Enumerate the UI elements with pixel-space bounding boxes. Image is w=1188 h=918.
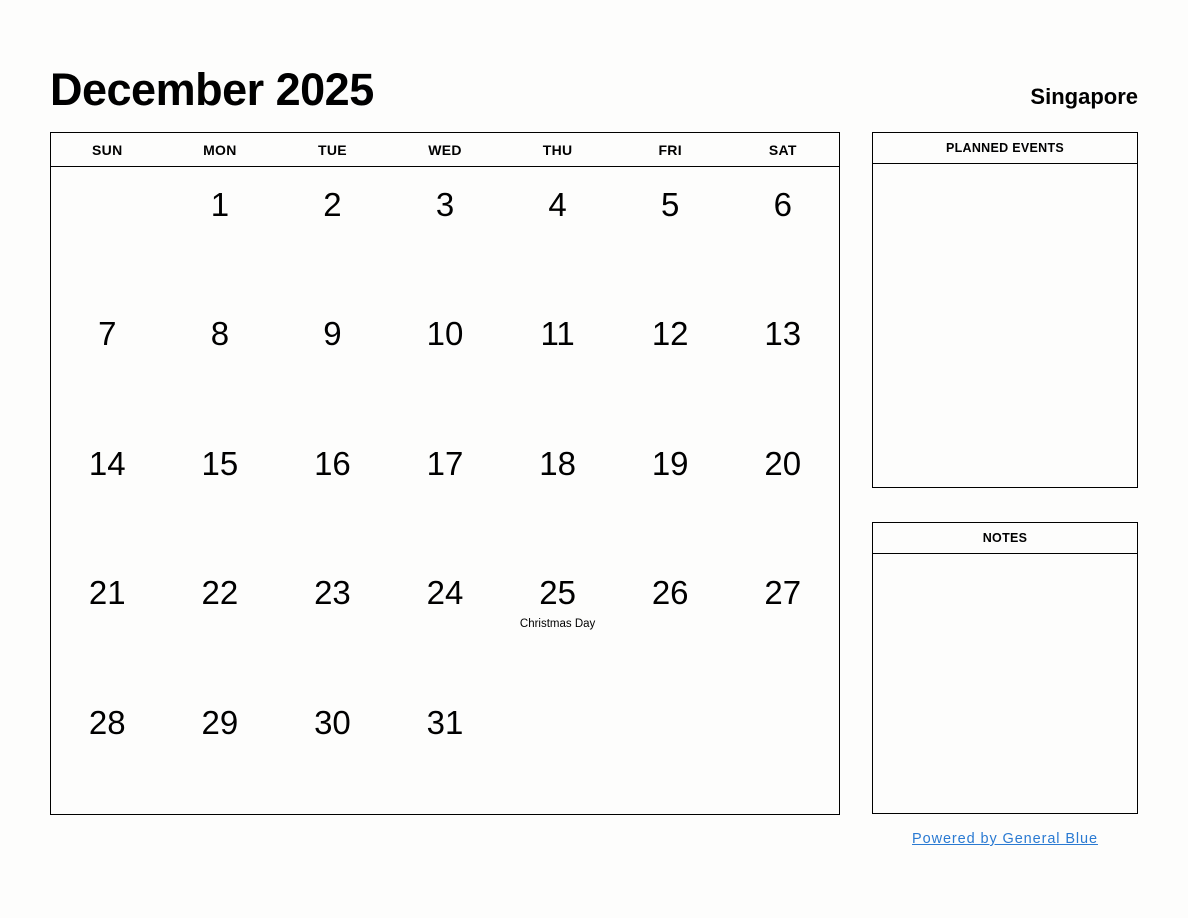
day-cell-14[interactable]: 14 (51, 426, 164, 555)
day-number: 3 (435, 186, 455, 223)
weekday-header-mon: MON (203, 141, 237, 158)
day-cell-7[interactable]: 7 (51, 296, 164, 425)
planned-events-panel: PLANNED EVENTS (872, 132, 1138, 488)
day-cell-25[interactable]: 25 Christmas Day (501, 555, 614, 684)
page-header: December 2025 Singapore (50, 52, 1138, 112)
powered-by-link[interactable]: Powered by General Blue (912, 831, 1098, 847)
location-label: Singapore (1030, 84, 1138, 109)
weekday-header-sat: SAT (768, 141, 797, 158)
day-number: 31 (426, 703, 464, 741)
day-cell-19[interactable]: 19 (614, 426, 727, 555)
day-cell-4[interactable]: 4 (501, 167, 614, 296)
day-cell-empty (51, 167, 164, 296)
calendar-page: December 2025 Singapore SUN MON TUE WED THU F… (0, 0, 1188, 918)
weekday-header-row: SUN MON TUE WED THU FRI SAT (51, 133, 839, 167)
day-number: 18 (539, 444, 576, 482)
weekday-header-fri: FRI (658, 141, 682, 158)
day-number: 22 (201, 574, 239, 612)
page-footer: Powered by General Blue (872, 830, 1138, 848)
day-cell-27[interactable]: 27 (726, 555, 839, 684)
calendar-week-row: 14 15 16 17 18 19 20 (51, 426, 839, 555)
day-cell-18[interactable]: 18 (501, 426, 614, 555)
day-cell-empty (614, 685, 727, 814)
day-cell-16[interactable]: 16 (276, 426, 389, 555)
day-number: 17 (426, 444, 464, 482)
day-number: 25 (539, 574, 576, 612)
day-cell-1[interactable]: 1 (164, 167, 277, 296)
day-number: 5 (661, 186, 680, 223)
day-cell-21[interactable]: 21 (51, 555, 164, 684)
day-cell-2[interactable]: 2 (276, 167, 389, 296)
calendar-week-row: 1 2 3 4 5 6 (51, 167, 839, 296)
day-cell-26[interactable]: 26 (614, 555, 727, 684)
day-cell-22[interactable]: 22 (164, 555, 277, 684)
day-number: 28 (88, 703, 126, 741)
day-cell-6[interactable]: 6 (726, 167, 839, 296)
day-cell-11[interactable]: 11 (501, 296, 614, 425)
page-title: December 2025 (50, 64, 374, 115)
day-cell-17[interactable]: 17 (389, 426, 502, 555)
day-cell-empty (501, 685, 614, 814)
day-number: 10 (426, 315, 464, 353)
day-number: 20 (764, 444, 802, 482)
day-cell-3[interactable]: 3 (389, 167, 502, 296)
calendar-week-row: 28 29 30 31 (51, 685, 839, 814)
weekday-header-thu: THU (542, 141, 573, 158)
weekday-header-sun: SUN (92, 141, 123, 158)
day-number: 19 (651, 444, 689, 482)
day-cell-12[interactable]: 12 (614, 296, 727, 425)
day-cell-30[interactable]: 30 (276, 685, 389, 814)
day-number: 8 (210, 315, 230, 353)
day-cell-5[interactable]: 5 (614, 167, 727, 296)
notes-panel: NOTES (872, 522, 1138, 814)
day-number: 14 (88, 444, 126, 482)
day-cell-8[interactable]: 8 (164, 296, 277, 425)
day-number: 21 (88, 574, 126, 612)
day-cell-28[interactable]: 28 (51, 685, 164, 814)
planned-events-body[interactable] (873, 164, 1137, 487)
notes-title: NOTES (873, 523, 1137, 554)
calendar-week-row: 21 22 23 24 25 Christmas Day 26 27 (51, 555, 839, 684)
calendar-week-row: 7 8 9 10 11 12 13 (51, 296, 839, 425)
day-number: 24 (426, 574, 464, 612)
day-cell-empty (726, 685, 839, 814)
weekday-header-wed: WED (428, 141, 462, 158)
day-number: 1 (210, 186, 230, 223)
day-cell-31[interactable]: 31 (389, 685, 502, 814)
day-cell-29[interactable]: 29 (164, 685, 277, 814)
notes-body[interactable] (873, 554, 1137, 813)
day-cell-20[interactable]: 20 (726, 426, 839, 555)
day-number: 2 (323, 186, 342, 223)
day-number: 30 (314, 703, 351, 741)
calendar-weeks: 1 2 3 4 5 6 7 8 9 10 11 12 13 14 15 16 17 18 19 20 21 22 23 24 2… (51, 167, 839, 814)
day-number: 13 (764, 315, 802, 353)
day-number: 7 (98, 315, 117, 353)
day-number: 27 (764, 574, 802, 612)
day-number: 6 (773, 186, 792, 223)
day-number: 4 (548, 186, 567, 223)
day-cell-13[interactable]: 13 (726, 296, 839, 425)
day-cell-10[interactable]: 10 (389, 296, 502, 425)
day-number: 15 (201, 444, 239, 482)
day-event-label: Christmas Day (519, 618, 596, 631)
planned-events-title: PLANNED EVENTS (873, 133, 1137, 164)
day-cell-15[interactable]: 15 (164, 426, 277, 555)
day-cell-9[interactable]: 9 (276, 296, 389, 425)
weekday-header-tue: TUE (317, 141, 347, 158)
day-cell-23[interactable]: 23 (276, 555, 389, 684)
day-number: 11 (540, 315, 575, 353)
day-number: 23 (314, 574, 351, 612)
day-number: 29 (201, 703, 239, 741)
day-number: 26 (651, 574, 689, 612)
day-number: 12 (651, 315, 689, 353)
calendar-grid: SUN MON TUE WED THU FRI SAT 1 2 3 4 5 6 7 8 9 10 11 12 13 1… (50, 132, 840, 815)
day-number: 16 (314, 444, 351, 482)
day-number: 9 (323, 315, 342, 353)
day-cell-24[interactable]: 24 (389, 555, 502, 684)
